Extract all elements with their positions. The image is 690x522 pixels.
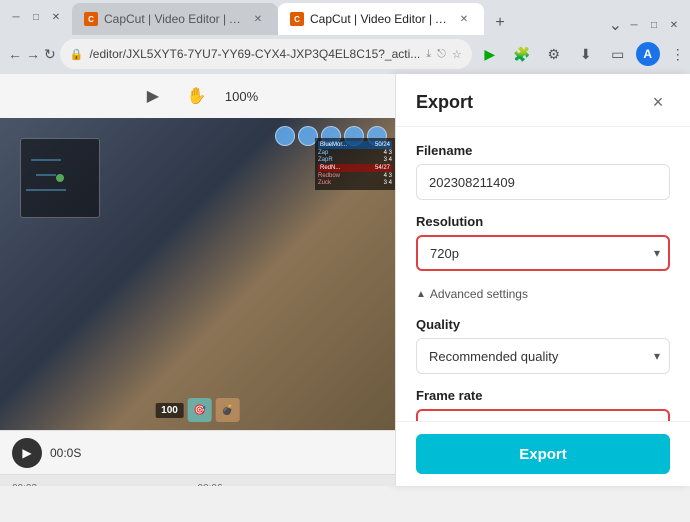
export-close-button[interactable]: ×	[646, 90, 670, 114]
browser-minimize-button[interactable]: ─	[626, 17, 642, 33]
new-tab-button[interactable]: +	[488, 11, 512, 35]
editor-area: ▶ ✋ 100%	[0, 74, 395, 486]
resolution-label: Resolution	[416, 214, 670, 229]
more-options-icon[interactable]: ⋮	[664, 40, 690, 68]
tab-bar: C CapCut | Video Editor | All-In-On... ✕…	[72, 0, 682, 35]
resolution-select-wrapper: 720p 360p 480p 1080p 2K 4K ▾	[416, 235, 670, 271]
timeline-marks: 00:03 00:06	[0, 475, 395, 486]
timeline[interactable]: 00:03 00:06	[0, 474, 395, 486]
hand-tool-button[interactable]: ✋	[181, 80, 213, 112]
time-display: 00:0S	[50, 446, 81, 460]
framerate-select-wrapper: 25fps 15fps 24fps 30fps 60fps ▾	[416, 409, 670, 421]
export-footer: Export	[396, 421, 690, 486]
close-button[interactable]: ✕	[48, 9, 64, 25]
advanced-chevron-icon: ▲	[416, 289, 426, 300]
quality-select[interactable]: Recommended quality Low Medium High Best	[416, 338, 670, 374]
download-icon[interactable]: ⬇	[572, 40, 600, 68]
framerate-label: Frame rate	[416, 388, 670, 403]
tab-close-1[interactable]: ✕	[250, 11, 266, 27]
share-icon: ⎋	[437, 48, 446, 61]
extensions-icon[interactable]: 🧩	[508, 40, 536, 68]
advanced-settings-toggle[interactable]: ▲ Advanced settings	[416, 285, 670, 303]
filename-input[interactable]	[416, 164, 670, 200]
zoom-level: 100%	[225, 89, 258, 104]
browser-chrome: ─ □ ✕ C CapCut | Video Editor | All-In-O…	[0, 0, 690, 74]
export-button[interactable]: Export	[416, 434, 670, 474]
play-pause-button[interactable]: ▶	[12, 438, 42, 468]
profile-avatar[interactable]: A	[636, 42, 660, 66]
back-button[interactable]: ←	[8, 40, 22, 68]
star-icon: ☆	[452, 48, 462, 61]
framerate-select[interactable]: 25fps 15fps 24fps 30fps 60fps	[416, 409, 670, 421]
filename-group: Filename	[416, 143, 670, 200]
video-preview: BlueMor...50/24 Zap4 3 ZapR3 4 RedN...54…	[0, 118, 395, 430]
browser-close-button[interactable]: ✕	[666, 17, 682, 33]
minimap	[20, 138, 100, 218]
address-text: /editor/JXL5XYT6-7YU7-YY69-CYX4-JXP3Q4EL…	[89, 47, 420, 61]
lock-icon: 🔒	[70, 48, 84, 61]
main-content: ▶ ✋ 100%	[0, 74, 690, 486]
tab-favicon-2: C	[290, 12, 304, 26]
advanced-settings-label: Advanced settings	[430, 287, 528, 301]
editor-toolbar: ▶ ✋ 100%	[0, 74, 395, 118]
filename-label: Filename	[416, 143, 670, 158]
puzzle-icon[interactable]: ⚙	[540, 40, 568, 68]
window-controls: ─ □ ✕	[8, 9, 64, 25]
tab-favicon-1: C	[84, 12, 98, 26]
framerate-group: Frame rate 25fps 15fps 24fps 30fps 60fps…	[416, 388, 670, 421]
tab-label-2: CapCut | Video Editor | All-In-On...	[310, 12, 450, 26]
minimap-character	[56, 174, 64, 182]
game-scoreboard: BlueMor...50/24 Zap4 3 ZapR3 4 RedN...54…	[315, 138, 395, 190]
export-header: Export ×	[396, 74, 690, 127]
bottom-hud: 100 🎯 💣	[155, 398, 240, 422]
playback-controls: ▶ 00:0S	[0, 430, 395, 474]
capcut-play-toolbar-icon[interactable]: ▶	[476, 40, 504, 68]
timeline-mark-1: 00:03	[12, 483, 198, 486]
tab-close-2[interactable]: ✕	[456, 11, 472, 27]
tab-1[interactable]: C CapCut | Video Editor | All-In-On... ✕	[72, 3, 278, 35]
ammo-display: 100	[155, 403, 184, 418]
download-page-icon: ⤓	[426, 48, 431, 61]
tab-strip-menu-icon[interactable]: ⌄	[609, 15, 622, 35]
title-bar: ─ □ ✕ C CapCut | Video Editor | All-In-O…	[0, 0, 690, 34]
forward-button[interactable]: →	[26, 40, 40, 68]
quality-group: Quality Recommended quality Low Medium H…	[416, 317, 670, 374]
maximize-button[interactable]: □	[28, 9, 44, 25]
tab-label-1: CapCut | Video Editor | All-In-On...	[104, 12, 244, 26]
timeline-mark-2: 00:06	[198, 483, 384, 486]
tab-2[interactable]: C CapCut | Video Editor | All-In-On... ✕	[278, 3, 484, 35]
refresh-button[interactable]: ↻	[44, 40, 56, 68]
quality-select-wrapper: Recommended quality Low Medium High Best…	[416, 338, 670, 374]
resolution-group: Resolution 720p 360p 480p 1080p 2K 4K ▾	[416, 214, 670, 271]
play-tool-button[interactable]: ▶	[137, 80, 169, 112]
export-body: Filename Resolution 720p 360p 480p 1080p…	[396, 127, 690, 421]
sidebar-icon[interactable]: ▭	[604, 40, 632, 68]
omnibox-bar: ← → ↻ 🔒 /editor/JXL5XYT6-7YU7-YY69-CYX4-…	[0, 34, 690, 74]
browser-maximize-button[interactable]: □	[646, 17, 662, 33]
video-overlay: BlueMor...50/24 Zap4 3 ZapR3 4 RedN...54…	[0, 118, 395, 430]
export-panel-title: Export	[416, 92, 473, 113]
resolution-select[interactable]: 720p 360p 480p 1080p 2K 4K	[416, 235, 670, 271]
export-panel: Export × Filename Resolution 720p 360p 4…	[395, 74, 690, 486]
toolbar-icons: ▶ 🧩 ⚙ ⬇ ▭ A ⋮	[476, 40, 690, 68]
video-frame: BlueMor...50/24 Zap4 3 ZapR3 4 RedN...54…	[0, 118, 395, 430]
address-bar[interactable]: 🔒 /editor/JXL5XYT6-7YU7-YY69-CYX4-JXP3Q4…	[60, 39, 472, 69]
minimize-button[interactable]: ─	[8, 9, 24, 25]
quality-label: Quality	[416, 317, 670, 332]
